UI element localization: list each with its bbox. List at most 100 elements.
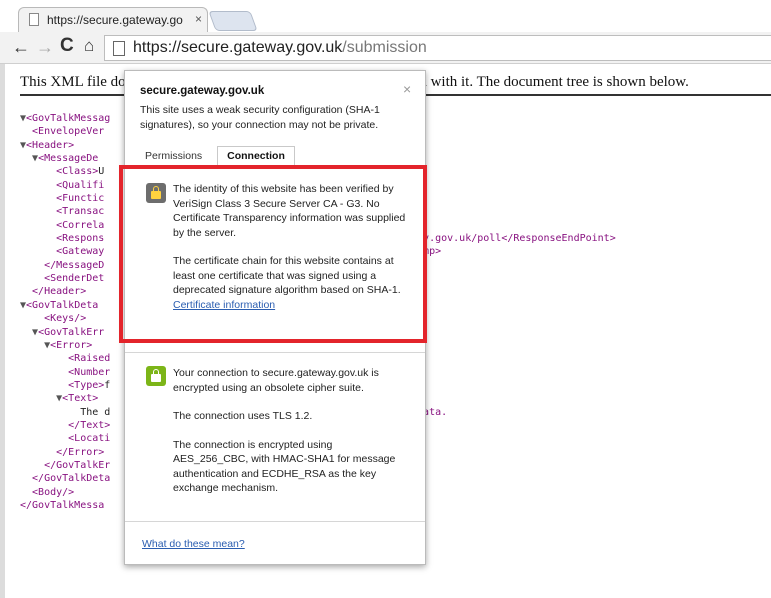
xml-tag: </MessageD [20, 259, 105, 271]
xml-line: <Respons eway.gov.uk/poll</ResponseEndPoi… [20, 232, 616, 245]
xml-tag: <Transac [20, 206, 105, 218]
xml-tag: <Correla [20, 219, 105, 231]
xml-line: </Error> [20, 446, 110, 459]
xml-tag: <EnvelopeVer [20, 126, 105, 138]
xml-tag: <Locati [20, 433, 111, 445]
new-tab-button[interactable] [208, 11, 258, 31]
expand-arrow-icon[interactable]: ▼ [20, 340, 50, 351]
highlight-box [119, 165, 427, 343]
xml-line: ▼<MessageDe [20, 152, 110, 165]
xml-tag: <MessageDe [38, 153, 99, 165]
xml-tag: <Error> [50, 339, 93, 351]
xml-line: ▼<Header> [20, 139, 110, 152]
xml-tag: </GovTalkMessa [20, 499, 105, 511]
popup-warning: This site uses a weak security configura… [140, 104, 380, 131]
xml-tag: </Header> [20, 286, 87, 298]
xml-line: <Correla [20, 219, 110, 232]
xml-line: <Class>U [20, 165, 110, 178]
tab-title: https://secure.gateway.go [47, 13, 183, 27]
home-icon[interactable]: ⌂ [84, 36, 94, 56]
tab-close-icon[interactable]: × [195, 12, 202, 26]
footer-divider [125, 521, 425, 522]
help-link[interactable]: What do these mean? [142, 538, 245, 550]
xml-text: The d [20, 406, 111, 418]
xml-line: </Header> [20, 285, 110, 298]
xml-tag: <Keys/> [20, 313, 87, 325]
xml-tag: <Number [20, 366, 111, 378]
section-divider [125, 352, 425, 353]
xml-line: The dd data. [20, 406, 447, 419]
expand-arrow-icon[interactable]: ▼ [20, 327, 38, 338]
xml-tag: <GovTalkErr [38, 326, 105, 338]
expand-arrow-icon[interactable]: ▼ [20, 153, 38, 164]
xml-tag: <Text> [62, 393, 99, 405]
forward-arrow-icon[interactable]: → [36, 37, 54, 58]
url-host: https://secure.gateway.gov.uk [133, 39, 343, 56]
xml-notice-right: iated with it. The document tree is show… [397, 74, 689, 90]
xml-tag: </GovTalkDeta [20, 473, 111, 485]
xml-tag: <Gateway [20, 246, 105, 258]
xml-tag: <Type> [20, 379, 105, 391]
xml-text: f [104, 379, 111, 391]
tab-permissions[interactable]: Permissions [145, 150, 202, 162]
xml-line: <Transac [20, 205, 110, 218]
xml-line: <Qualifi [20, 179, 110, 192]
xml-line: <EnvelopeVer [20, 125, 110, 138]
xml-line: </Text> [20, 419, 110, 432]
xml-line: <Gatewaystamp> [20, 245, 441, 258]
page-info-icon[interactable] [113, 41, 125, 56]
xml-tag: <Raised [20, 353, 111, 365]
xml-line: ▼<GovTalkErr [20, 326, 110, 339]
xml-line: <Number [20, 366, 110, 379]
xml-tag: <Body/> [20, 486, 75, 498]
page-icon [29, 13, 39, 26]
tab-connection[interactable]: Connection [217, 146, 295, 166]
xml-text: U [98, 166, 105, 178]
xml-line: </GovTalkMessa [20, 499, 110, 512]
popup-tabs: Permissions Connection [125, 146, 425, 166]
url-text: https://secure.gateway.gov.uk/submission [133, 39, 427, 57]
connection-para-3: The connection is encrypted using AES_25… [173, 438, 396, 495]
xml-tag: <Respons [20, 233, 105, 245]
xml-line: <Raised [20, 352, 110, 365]
left-edge [0, 64, 5, 598]
xml-tag: </Text> [20, 419, 111, 431]
xml-line: <Locati [20, 432, 110, 445]
browser-toolbar: ← → C ⌂ https://secure.gateway.gov.uk/su… [0, 32, 771, 64]
xml-notice-left: This XML file do [20, 74, 126, 90]
xml-tag-right: eway.gov.uk/poll</ResponseEndPoint> [405, 233, 616, 245]
xml-line: ▼<GovTalkMessage"> [20, 112, 423, 125]
xml-tree: ▼<GovTalkMessage"> <EnvelopeVer▼<Header>… [20, 112, 616, 512]
xml-line: </MessageD [20, 259, 110, 272]
browser-tab[interactable]: https://secure.gateway.go × [18, 7, 208, 32]
xml-tag: <Header> [26, 139, 75, 151]
xml-line: </GovTalkEr [20, 459, 110, 472]
xml-line: <Functic [20, 192, 110, 205]
expand-arrow-icon[interactable]: ▼ [20, 393, 62, 404]
reload-icon[interactable]: C [60, 35, 74, 57]
xml-line: ▼<Text> [20, 392, 110, 405]
xml-tag: <Functic [20, 193, 105, 205]
connection-text: Your connection to secure.gateway.gov.uk… [173, 366, 409, 510]
xml-tag: <GovTalkMessag [26, 113, 111, 124]
xml-line: </GovTalkDeta [20, 472, 110, 485]
xml-tag: </Error> [20, 446, 105, 458]
xml-tag: </GovTalkEr [20, 459, 111, 471]
xml-line: ▼<Error> [20, 339, 110, 352]
close-icon[interactable]: × [403, 81, 411, 97]
url-path: /submission [342, 39, 427, 56]
xml-line: ▼<GovTalkDeta [20, 299, 110, 312]
xml-tag: <SenderDet [20, 273, 105, 285]
xml-line: <SenderDet [20, 272, 110, 285]
xml-line: <Keys/> [20, 312, 110, 325]
xml-tag: <Class> [20, 166, 99, 178]
address-bar[interactable]: https://secure.gateway.gov.uk/submission [104, 35, 771, 61]
tab-strip: https://secure.gateway.go × [0, 0, 771, 32]
xml-line: <Body/> [20, 486, 110, 499]
popup-host: secure.gateway.gov.uk [140, 85, 265, 97]
xml-line: <Type>f [20, 379, 110, 392]
xml-tag: <Qualifi [20, 179, 105, 191]
back-arrow-icon[interactable]: ← [12, 37, 30, 58]
xml-tag: <GovTalkDeta [26, 299, 99, 311]
connection-para-2: The connection uses TLS 1.2. [173, 410, 313, 422]
